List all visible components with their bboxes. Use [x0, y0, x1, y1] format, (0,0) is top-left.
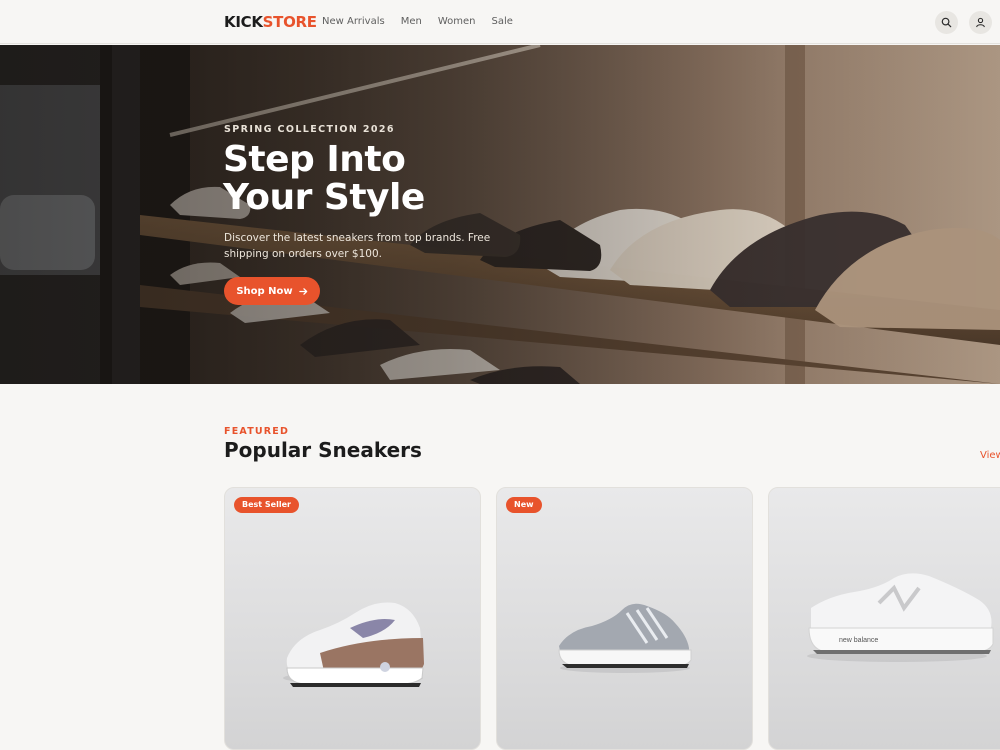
product-card[interactable]: New	[496, 487, 753, 750]
search-icon	[941, 17, 952, 28]
featured-eyebrow: FEATURED	[224, 426, 290, 437]
nav-women[interactable]: Women	[438, 16, 476, 27]
shop-now-button[interactable]: Shop Now	[224, 277, 320, 305]
hero-title-line-2: Your Style	[223, 177, 425, 218]
hero-title-line-1: Step Into	[223, 139, 406, 180]
account-button[interactable]	[969, 11, 992, 34]
hero-title: Step Into Your Style	[223, 141, 583, 217]
product-card[interactable]: new balance	[768, 487, 1000, 750]
main-nav: New Arrivals Men Women Sale	[322, 16, 513, 27]
featured-title: Popular Sneakers	[224, 438, 422, 462]
site-header: KICKSTORE New Arrivals Men Women Sale	[0, 0, 1000, 44]
hero-eyebrow: SPRING COLLECTION 2026	[224, 124, 395, 135]
arrow-right-icon	[298, 287, 307, 295]
nav-new-arrivals[interactable]: New Arrivals	[322, 16, 385, 27]
svg-text:new balance: new balance	[839, 637, 878, 644]
logo-part-store: STORE	[262, 13, 317, 31]
logo[interactable]: KICKSTORE	[224, 13, 317, 31]
hero-subtitle: Discover the latest sneakers from top br…	[224, 232, 491, 260]
nav-men[interactable]: Men	[401, 16, 422, 27]
view-all-link[interactable]: View	[980, 450, 1000, 461]
product-badge: New	[506, 497, 542, 513]
shop-now-label: Shop Now	[236, 285, 293, 297]
product-image-sneaker	[558, 603, 692, 673]
nav-sale[interactable]: Sale	[491, 16, 512, 27]
search-button[interactable]	[935, 11, 958, 34]
product-card[interactable]: Best Seller	[224, 487, 481, 750]
product-image-sneaker	[283, 602, 424, 687]
logo-part-kick: KICK	[224, 13, 263, 31]
product-badge: Best Seller	[234, 497, 299, 513]
user-icon	[976, 17, 985, 28]
product-image-sneaker: new balance	[807, 573, 994, 662]
hero-banner: SPRING COLLECTION 2026 Step Into Your St…	[0, 45, 1000, 384]
